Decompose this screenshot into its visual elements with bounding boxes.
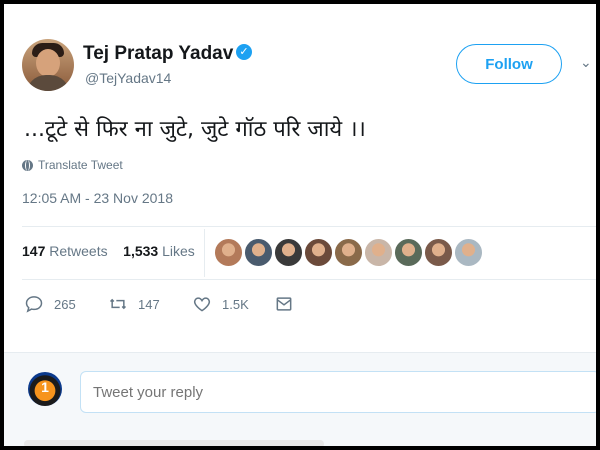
tweet-timestamp[interactable]: 12:05 AM - 23 Nov 2018: [22, 190, 173, 206]
divider: [204, 229, 205, 277]
reply-input[interactable]: [80, 371, 596, 413]
liker-avatar[interactable]: [244, 238, 273, 267]
liker-avatar[interactable]: [454, 238, 483, 267]
follow-button[interactable]: Follow: [456, 44, 562, 84]
next-reply-preview: [24, 440, 324, 446]
liker-avatar[interactable]: [304, 238, 333, 267]
reply-count: 265: [54, 296, 76, 312]
liker-avatar[interactable]: [274, 238, 303, 267]
divider: [22, 279, 596, 280]
current-user-avatar[interactable]: 1: [28, 372, 62, 406]
likes-stat[interactable]: 1,533 Likes: [123, 243, 195, 259]
author-avatar[interactable]: [22, 39, 74, 91]
tweet-actions: 265 147 1.5K: [24, 294, 324, 318]
tweet-text: ...टूटे से फिर ना जुटे, जुटे गॉठ परि जाय…: [24, 117, 366, 142]
reply-button[interactable]: 265: [24, 294, 76, 314]
heart-icon: [193, 297, 211, 312]
verified-badge-icon: ✓: [236, 44, 252, 60]
retweets-stat[interactable]: 147 Retweets: [22, 243, 108, 259]
divider: [22, 226, 596, 227]
retweet-button[interactable]: 147: [108, 294, 160, 314]
liker-avatar[interactable]: [394, 238, 423, 267]
like-button[interactable]: 1.5K: [192, 294, 249, 314]
like-count: 1.5K: [222, 296, 249, 312]
chevron-down-icon[interactable]: ⌄: [580, 54, 594, 70]
tweet-header: Tej Pratap Yadav ✓ @TejYadav14 Follow ⌄: [4, 4, 596, 102]
tweet-card: Tej Pratap Yadav ✓ @TejYadav14 Follow ⌄ …: [4, 4, 596, 446]
retweet-icon: [109, 298, 127, 310]
globe-icon: [22, 159, 33, 171]
translate-label: Translate Tweet: [38, 158, 123, 172]
reply-icon: [25, 296, 43, 313]
liker-avatar[interactable]: [214, 238, 243, 267]
engagement-stats: 147 Retweets 1,533 Likes: [22, 243, 195, 259]
mail-icon: [276, 297, 292, 311]
author-handle[interactable]: @TejYadav14: [85, 70, 171, 86]
liker-avatar[interactable]: [364, 238, 393, 267]
message-button[interactable]: [274, 294, 294, 314]
liker-avatar[interactable]: [424, 238, 453, 267]
retweet-count: 147: [138, 296, 160, 312]
translate-tweet-link[interactable]: Translate Tweet: [22, 158, 123, 172]
liker-avatars: [214, 238, 483, 267]
author-name[interactable]: Tej Pratap Yadav: [83, 43, 233, 65]
liker-avatar[interactable]: [334, 238, 363, 267]
